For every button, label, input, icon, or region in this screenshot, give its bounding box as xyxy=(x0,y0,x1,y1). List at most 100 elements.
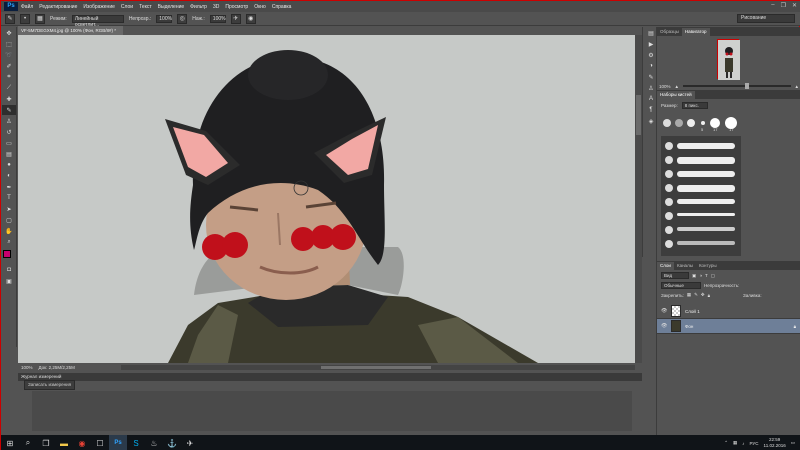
tab-navigator[interactable]: Навигатор xyxy=(681,28,710,36)
skype-icon[interactable]: S xyxy=(127,435,145,450)
pen-tool-icon[interactable]: ✒ xyxy=(2,182,16,192)
stamp-tool-icon[interactable]: ♙ xyxy=(2,116,16,126)
brush-size-input[interactable]: 8 пикс. xyxy=(681,102,708,109)
flow-input[interactable]: 100% xyxy=(209,14,226,23)
lock-all-icon[interactable]: 🔒︎ xyxy=(708,293,710,298)
lock-paint-icon[interactable]: ✎ xyxy=(694,292,698,298)
minimize-button[interactable]: – xyxy=(771,2,774,9)
brush-tool-preset-icon[interactable]: ✎ xyxy=(5,13,15,24)
menu-image[interactable]: Изображение xyxy=(83,4,115,10)
zoom-in-icon[interactable]: ▲ xyxy=(795,84,799,89)
dodge-tool-icon[interactable]: ◐ xyxy=(2,171,16,181)
zoom-slider[interactable] xyxy=(682,83,791,89)
eyedropper-tool-icon[interactable]: ⟋ xyxy=(2,83,16,93)
menu-view[interactable]: Просмотр xyxy=(225,4,248,10)
color-swatches[interactable] xyxy=(1,248,17,264)
explorer-icon[interactable]: ▬ xyxy=(55,435,73,450)
opacity-input[interactable]: 100% xyxy=(156,14,173,23)
lock-position-icon[interactable]: ✥ xyxy=(701,292,705,298)
close-button[interactable]: ✕ xyxy=(792,2,797,9)
brush-size-17a[interactable]: 17 xyxy=(713,127,717,132)
quick-select-tool-icon[interactable]: ✐ xyxy=(2,61,16,71)
airbrush-icon[interactable]: ✈ xyxy=(230,13,241,24)
scroll-thumb[interactable] xyxy=(636,95,641,135)
menu-edit[interactable]: Редактирование xyxy=(39,4,77,10)
brush-size-5[interactable]: 5 xyxy=(701,127,703,132)
app3-icon[interactable]: ✈ xyxy=(181,435,199,450)
layer-filter-select[interactable]: Вид xyxy=(661,272,689,279)
lasso-tool-icon[interactable]: ➰ xyxy=(2,50,16,60)
pressure-size-icon[interactable]: ◉ xyxy=(245,13,256,24)
navigator-zoom-value[interactable]: 100% xyxy=(659,84,671,89)
brush-size-17b[interactable]: 17 xyxy=(729,127,733,132)
path-select-tool-icon[interactable]: ➤ xyxy=(2,204,16,214)
app2-icon[interactable]: ⚓ xyxy=(163,435,181,450)
crop-tool-icon[interactable]: ⌗ xyxy=(2,72,16,82)
hand-tool-icon[interactable]: ✋ xyxy=(2,226,16,236)
screen-mode-icon[interactable]: ▣ xyxy=(2,276,16,286)
filter-adjust-icon[interactable]: ◑ xyxy=(699,273,702,278)
tab-channels[interactable]: Каналы xyxy=(674,262,696,270)
layer-blend-select[interactable]: Обычные xyxy=(661,282,701,289)
tab-swatches[interactable]: Образцы xyxy=(657,28,682,36)
task-view-icon[interactable]: ❐ xyxy=(37,435,55,450)
visibility-eye-icon[interactable]: 👁︎ xyxy=(661,323,667,329)
gradient-tool-icon[interactable]: ▤ xyxy=(2,149,16,159)
tab-brush-presets[interactable]: Наборы кистей xyxy=(657,91,695,99)
tray-up-icon[interactable]: ⌃ xyxy=(724,440,728,446)
filter-shape-icon[interactable]: ▢ xyxy=(711,273,715,279)
language-indicator[interactable]: РУС xyxy=(750,441,759,446)
tab-paths[interactable]: Контуры xyxy=(696,262,720,270)
brush-panel-toggle-icon[interactable]: ▦ xyxy=(35,13,45,24)
app-icon[interactable]: ☐ xyxy=(91,435,109,450)
visibility-eye-icon[interactable]: 👁︎ xyxy=(661,308,667,314)
menu-select[interactable]: Выделение xyxy=(158,4,185,10)
menu-window[interactable]: Окно xyxy=(254,4,266,10)
pressure-opacity-icon[interactable]: ◎ xyxy=(177,13,188,24)
move-tool-icon[interactable]: ✥ xyxy=(2,28,16,38)
notifications-icon[interactable]: ▭ xyxy=(791,440,795,446)
navigator-thumbnail[interactable] xyxy=(717,39,740,80)
photoshop-icon[interactable]: Ps xyxy=(109,435,127,450)
zoom-slider-knob[interactable] xyxy=(745,83,750,89)
blur-tool-icon[interactable]: ● xyxy=(2,160,16,170)
steam-icon[interactable]: ♨ xyxy=(145,435,163,450)
eraser-tool-icon[interactable]: ▭ xyxy=(2,138,16,148)
tab-layers[interactable]: Слои xyxy=(657,262,674,270)
scroll-thumb[interactable] xyxy=(321,366,431,369)
menu-3d[interactable]: 3D xyxy=(213,4,219,10)
layer-name[interactable]: Фон xyxy=(685,324,693,329)
document-tab[interactable]: VF-5M7DEGXM4.jpg @ 100% (Фон, RGB/8#) * xyxy=(18,26,123,35)
network-icon[interactable]: ▦ xyxy=(733,440,737,446)
start-icon[interactable]: ⊞ xyxy=(1,435,19,450)
document-canvas[interactable] xyxy=(18,35,635,363)
chrome-icon[interactable]: ◉ xyxy=(73,435,91,450)
workspace-select[interactable]: Рисование xyxy=(737,14,795,23)
brush-picker-icon[interactable]: • xyxy=(20,13,30,24)
menu-help[interactable]: Справка xyxy=(272,4,292,10)
menu-filter[interactable]: Фильтр xyxy=(190,4,207,10)
record-measurements-button[interactable]: Записать измерения xyxy=(24,380,76,390)
menu-type[interactable]: Текст xyxy=(139,4,152,10)
filter-type-icon[interactable]: T xyxy=(705,273,708,278)
type-tool-icon[interactable]: T xyxy=(2,193,16,203)
menu-layers[interactable]: Слои xyxy=(121,4,133,10)
brush-stroke-list[interactable] xyxy=(661,136,741,256)
search-icon[interactable]: ⌕ xyxy=(19,435,37,450)
zoom-level[interactable]: 100% xyxy=(21,365,33,370)
filter-pixel-icon[interactable]: ▣ xyxy=(692,273,696,279)
shape-tool-icon[interactable]: ▢ xyxy=(2,215,16,225)
menu-file[interactable]: Файл xyxy=(21,4,33,10)
zoom-tool-icon[interactable]: ⌕ xyxy=(2,237,16,247)
layer-row[interactable]: 👁︎ Слой 1 xyxy=(657,304,800,319)
quick-mask-icon[interactable]: ◘ xyxy=(2,265,16,275)
canvas-vertical-scrollbar[interactable] xyxy=(635,35,642,363)
volume-icon[interactable]: ♪ xyxy=(742,441,744,446)
foreground-color-swatch[interactable] xyxy=(3,250,11,258)
blend-mode-select[interactable]: Линейный осветлит... xyxy=(71,14,124,28)
canvas-horizontal-scrollbar[interactable] xyxy=(121,365,635,370)
layer-name[interactable]: Слой 1 xyxy=(685,309,700,314)
layer-row-selected[interactable]: 👁︎ Фон 🔒︎ xyxy=(657,319,800,334)
marquee-tool-icon[interactable]: ⬚ xyxy=(2,39,16,49)
maximize-button[interactable]: ❐ xyxy=(781,2,786,9)
